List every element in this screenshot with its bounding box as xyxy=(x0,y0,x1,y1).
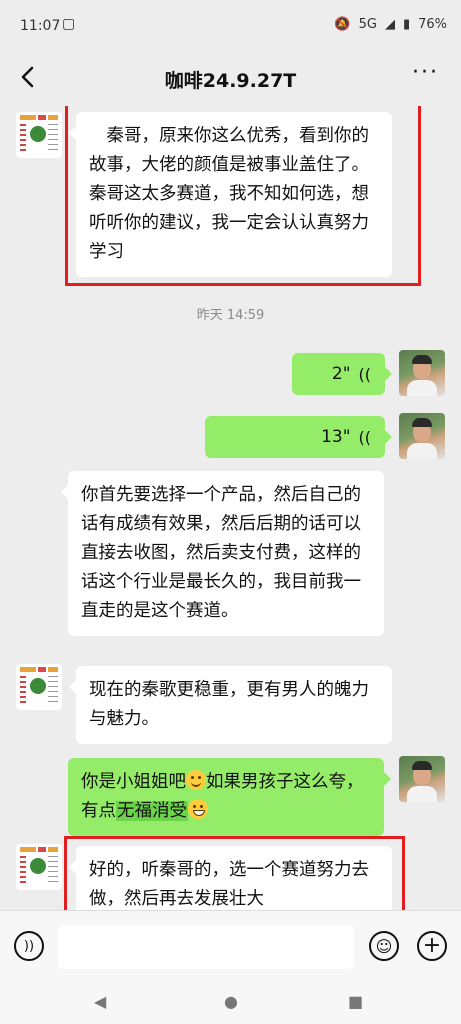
message-text: 你首先要选择一个产品，然后自己的话有成绩有效果，然后后期的话可以直接去收图，然后… xyxy=(81,485,361,621)
highlighted-text: 无福消受 xyxy=(116,801,188,821)
message-bubble-transcript[interactable]: 你首先要选择一个产品，然后自己的话有成绩有效果，然后后期的话可以直接去收图，然后… xyxy=(61,471,384,636)
battery-icon: ▮ xyxy=(402,17,411,32)
voice-input-icon[interactable]: )) xyxy=(14,931,44,961)
more-options-icon[interactable]: ··· xyxy=(412,60,439,85)
grin-emoji-icon xyxy=(188,799,208,819)
contact-avatar[interactable] xyxy=(16,664,62,710)
message-text-part: 你是小姐姐吧 xyxy=(81,772,186,792)
voice-duration: 2" xyxy=(331,363,351,384)
contact-avatar[interactable] xyxy=(16,844,62,890)
message-bubble-received[interactable]: 现在的秦歌更稳重，更有男人的魄力与魅力。 xyxy=(69,666,392,744)
message-input[interactable] xyxy=(58,925,354,969)
voice-wave-icon: (( xyxy=(358,427,371,447)
voice-message-bubble[interactable]: 13" (( xyxy=(205,416,392,458)
chat-area[interactable]: 秦哥，原来你这么优秀，看到你的故事，大佬的颜值是被事业盖住了。秦哥这太多赛道，我… xyxy=(0,106,461,910)
signal-icon: ◢ xyxy=(384,17,395,32)
app-notification-icon: ▢ xyxy=(62,16,76,32)
network-label: 5G xyxy=(358,17,377,32)
nav-back-icon[interactable]: ◀ xyxy=(94,992,106,1011)
user-avatar[interactable] xyxy=(399,413,445,459)
chat-title: 咖啡24.9.27T xyxy=(164,70,297,92)
battery-level: 76% xyxy=(418,17,447,32)
user-avatar[interactable] xyxy=(399,350,445,396)
plus-icon[interactable]: + xyxy=(417,931,447,961)
nav-home-icon[interactable]: ● xyxy=(224,992,238,1011)
user-avatar[interactable] xyxy=(399,756,445,802)
voice-wave-icon: (( xyxy=(358,364,371,384)
status-bar: 11:07 ▢ 🔕 5G ◢ ▮ 76% xyxy=(0,0,461,50)
highlight-frame xyxy=(65,106,421,286)
input-bar: )) ☺ + xyxy=(0,910,461,987)
nav-recent-icon[interactable]: ■ xyxy=(348,992,363,1011)
emoji-icon[interactable]: ☺ xyxy=(369,931,399,961)
status-right: 🔕 5G ◢ ▮ 76% xyxy=(334,17,447,32)
voice-message-bubble[interactable]: 2" (( xyxy=(292,353,392,395)
chat-header: 咖啡24.9.27T ··· xyxy=(0,50,461,106)
contact-avatar[interactable] xyxy=(16,112,62,158)
message-timestamp: 昨天 14:59 xyxy=(196,308,265,323)
system-nav-bar: ◀ ● ■ xyxy=(0,986,461,1024)
message-text: 现在的秦歌更稳重，更有男人的魄力与魅力。 xyxy=(89,680,369,729)
mute-icon: 🔕 xyxy=(334,17,351,32)
message-bubble-sent[interactable]: 你是小姐姐吧 如果男孩子这么夸，有点无福消受 xyxy=(68,758,391,836)
smile-emoji-icon xyxy=(186,770,206,790)
status-time: 11:07 xyxy=(20,18,61,34)
highlight-frame xyxy=(64,836,405,910)
voice-duration: 13" xyxy=(321,426,351,447)
